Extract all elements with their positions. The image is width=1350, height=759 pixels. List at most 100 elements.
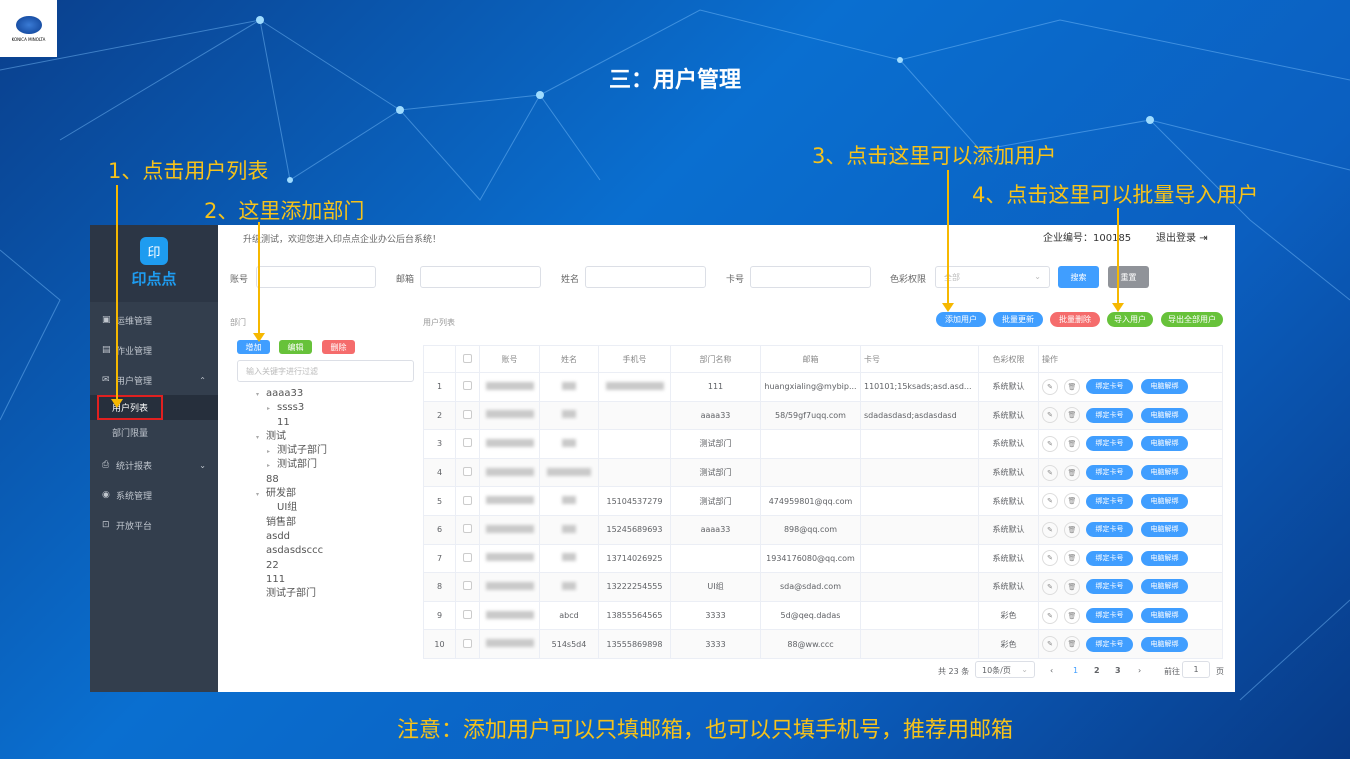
trash-icon[interactable]: 🗑	[1064, 636, 1080, 653]
tree-node[interactable]: 22	[256, 559, 327, 573]
user-action-button-2[interactable]: 批量删除	[1050, 312, 1100, 327]
bind-card-button[interactable]: 绑定卡号	[1086, 436, 1133, 452]
row-checkbox[interactable]	[463, 524, 472, 534]
trash-icon[interactable]: 🗑	[1064, 435, 1080, 452]
dept-filter-input[interactable]: 输入关键字进行过滤	[237, 360, 414, 382]
user-action-button-0[interactable]: 添加用户	[936, 312, 986, 327]
edit-icon[interactable]: ✎	[1042, 464, 1058, 481]
row-checkbox[interactable]	[463, 552, 472, 562]
prev-page-button[interactable]: ‹	[1050, 666, 1053, 675]
color-select[interactable]: 全部 ⌄	[935, 266, 1050, 288]
tree-node[interactable]: UI组	[256, 501, 327, 515]
unbind-pc-button[interactable]: 电脑解绑	[1141, 579, 1188, 595]
page-3[interactable]: 3	[1115, 666, 1121, 675]
bind-card-button[interactable]: 绑定卡号	[1086, 465, 1133, 481]
tree-node[interactable]: ▾ aaaa33	[256, 387, 327, 401]
tree-node[interactable]: asdasdsccc	[256, 544, 327, 558]
unbind-pc-button[interactable]: 电脑解绑	[1141, 522, 1188, 538]
unbind-pc-button[interactable]: 电脑解绑	[1141, 465, 1188, 481]
sidebar-item-2[interactable]: ✉ 用户管理 ⌃	[90, 365, 218, 395]
user-action-button-4[interactable]: 导出全部用户	[1161, 312, 1223, 327]
unbind-pc-button[interactable]: 电脑解绑	[1141, 493, 1188, 509]
edit-icon[interactable]: ✎	[1042, 435, 1058, 452]
tree-node[interactable]: ▾ 测试	[256, 430, 327, 444]
trash-icon[interactable]: 🗑	[1064, 607, 1080, 624]
tree-node[interactable]: ▸ 测试部门	[256, 458, 327, 472]
unbind-pc-button[interactable]: 电脑解绑	[1141, 407, 1188, 423]
trash-icon[interactable]: 🗑	[1064, 578, 1080, 595]
unbind-pc-button[interactable]: 电脑解绑	[1141, 550, 1188, 566]
row-checkbox[interactable]	[463, 381, 472, 391]
trash-icon[interactable]: 🗑	[1064, 493, 1080, 510]
trash-icon[interactable]: 🗑	[1064, 521, 1080, 538]
unbind-pc-button[interactable]: 电脑解绑	[1141, 379, 1188, 395]
edit-icon[interactable]: ✎	[1042, 407, 1058, 424]
row-checkbox[interactable]	[463, 409, 472, 419]
email-input[interactable]	[420, 266, 541, 288]
row-checkbox[interactable]	[463, 467, 472, 477]
column-header[interactable]	[455, 345, 480, 373]
logout-icon: ⇥	[1199, 233, 1208, 244]
logout-link[interactable]: 退出登录 ⇥	[1156, 229, 1208, 244]
name-input[interactable]	[585, 266, 706, 288]
page-2[interactable]: 2	[1094, 666, 1100, 675]
unbind-pc-button[interactable]: 电脑解绑	[1141, 608, 1188, 624]
next-page-button[interactable]: ›	[1138, 666, 1141, 675]
search-button[interactable]: 搜索	[1058, 266, 1099, 288]
reset-button[interactable]: 重置	[1108, 266, 1149, 288]
trash-icon[interactable]: 🗑	[1064, 464, 1080, 481]
page-1[interactable]: 1	[1073, 666, 1078, 675]
delete-dept-button[interactable]: 删除	[322, 340, 355, 354]
account-input[interactable]	[256, 266, 376, 288]
unbind-pc-button[interactable]: 电脑解绑	[1141, 636, 1188, 652]
edit-icon[interactable]: ✎	[1042, 378, 1058, 395]
unbind-pc-button[interactable]: 电脑解绑	[1141, 436, 1188, 452]
tree-node[interactable]: 测试子部门	[256, 587, 327, 601]
trash-icon[interactable]: 🗑	[1064, 550, 1080, 567]
edit-icon[interactable]: ✎	[1042, 607, 1058, 624]
row-checkbox[interactable]	[463, 610, 472, 620]
edit-icon[interactable]: ✎	[1042, 636, 1058, 653]
tree-node[interactable]: 11	[256, 416, 327, 430]
row-checkbox[interactable]	[463, 495, 472, 505]
tree-node[interactable]: 88	[256, 473, 327, 487]
sidebar-item-0[interactable]: ▣ 运维管理	[90, 305, 218, 335]
row-checkbox[interactable]	[463, 438, 472, 448]
edit-icon[interactable]: ✎	[1042, 493, 1058, 510]
goto-page-input[interactable]: 1	[1182, 661, 1210, 678]
sidebar-item-label: 运维管理	[116, 316, 153, 327]
bind-card-button[interactable]: 绑定卡号	[1086, 579, 1133, 595]
bind-card-button[interactable]: 绑定卡号	[1086, 493, 1133, 509]
tree-node[interactable]: 111	[256, 573, 327, 587]
bind-card-button[interactable]: 绑定卡号	[1086, 608, 1133, 624]
tree-node[interactable]: ▾ 研发部	[256, 487, 327, 501]
bind-card-button[interactable]: 绑定卡号	[1086, 550, 1133, 566]
edit-icon[interactable]: ✎	[1042, 521, 1058, 538]
bind-card-button[interactable]: 绑定卡号	[1086, 407, 1133, 423]
sidebar-item-6[interactable]: ◉ 系统管理	[90, 480, 218, 510]
user-action-button-3[interactable]: 导入用户	[1107, 312, 1153, 327]
page-size-select[interactable]: 10条/页 ⌄	[975, 661, 1035, 678]
card-input[interactable]	[750, 266, 871, 288]
bind-card-button[interactable]: 绑定卡号	[1086, 522, 1133, 538]
bind-card-button[interactable]: 绑定卡号	[1086, 636, 1133, 652]
row-checkbox[interactable]	[463, 581, 472, 591]
edit-icon[interactable]: ✎	[1042, 578, 1058, 595]
trash-icon[interactable]: 🗑	[1064, 407, 1080, 424]
sidebar-item-7[interactable]: ⊡ 开放平台	[90, 510, 218, 540]
tree-node[interactable]: ▸ ssss3	[256, 401, 327, 415]
row-checkbox[interactable]	[463, 638, 472, 648]
sidebar-item-1[interactable]: ▤ 作业管理	[90, 335, 218, 365]
sidebar-item-5[interactable]: ⎙ 统计报表 ⌄	[90, 450, 218, 480]
tree-node[interactable]: asdd	[256, 530, 327, 544]
bind-card-button[interactable]: 绑定卡号	[1086, 379, 1133, 395]
edit-icon[interactable]: ✎	[1042, 550, 1058, 567]
sidebar-item-4[interactable]: 部门限量	[90, 420, 218, 445]
tree-node[interactable]: 销售部	[256, 516, 327, 530]
tree-node[interactable]: ▸ 测试子部门	[256, 444, 327, 458]
add-dept-button[interactable]: 增加	[237, 340, 270, 354]
user-action-button-1[interactable]: 批量更新	[993, 312, 1043, 327]
select-all-checkbox[interactable]	[463, 353, 472, 363]
trash-icon[interactable]: 🗑	[1064, 378, 1080, 395]
edit-dept-button[interactable]: 编辑	[279, 340, 312, 354]
